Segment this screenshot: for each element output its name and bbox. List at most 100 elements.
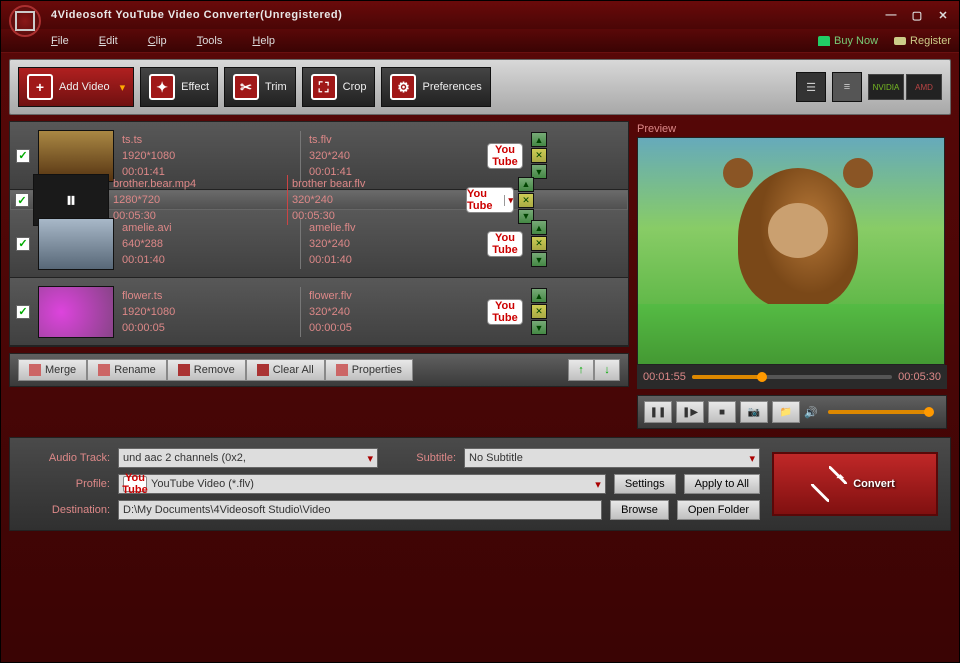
subtitle-select[interactable]: No Subtitle▾: [464, 448, 760, 468]
current-time: 00:01:55: [643, 371, 686, 383]
maximize-button[interactable]: ▢: [909, 7, 925, 23]
row-remove-button[interactable]: ✕: [531, 148, 547, 163]
row-checkbox[interactable]: ✓: [16, 305, 30, 319]
app-logo-icon: [9, 5, 41, 37]
row-up-button[interactable]: ▲: [518, 177, 534, 192]
move-up-button[interactable]: ↑: [568, 359, 594, 381]
add-video-button[interactable]: + Add Video ▾: [18, 67, 134, 107]
merge-button[interactable]: Merge: [18, 359, 87, 381]
file-list: ✓ ts.ts 1920*1080 00:01:41 ts.flv 320*24…: [9, 121, 629, 347]
menu-tools[interactable]: Tools: [197, 35, 223, 47]
row-up-button[interactable]: ▲: [531, 288, 547, 303]
pencil-icon: [98, 364, 110, 376]
source-info: brother.bear.mp4 1280*720 00:05:30: [113, 176, 283, 224]
profile-label: Profile:: [22, 478, 110, 490]
close-button[interactable]: ✕: [935, 7, 951, 23]
menu-clip[interactable]: Clip: [148, 35, 167, 47]
source-info: ts.ts 1920*1080 00:01:41: [122, 132, 292, 180]
youtube-badge[interactable]: YouTube: [487, 299, 523, 325]
action-bar: Merge Rename Remove Clear All Properties…: [9, 353, 629, 387]
minimize-button[interactable]: —: [883, 7, 899, 23]
snapshot-button[interactable]: 📷: [740, 401, 768, 423]
row-remove-button[interactable]: ✕: [518, 193, 534, 208]
clear-all-button[interactable]: Clear All: [246, 359, 325, 381]
row-up-button[interactable]: ▲: [531, 132, 547, 147]
crop-button[interactable]: ⛶ Crop: [302, 67, 376, 107]
buy-now-link[interactable]: Buy Now: [818, 35, 878, 47]
window-title: 4Videosoft YouTube Video Converter(Unreg…: [51, 9, 883, 21]
thumbnail: [38, 286, 114, 338]
output-info: amelie.flv 320*240 00:01:40: [309, 220, 479, 268]
preview-video[interactable]: [637, 137, 945, 365]
detail-view-button[interactable]: ≡: [832, 72, 862, 102]
convert-button[interactable]: Convert: [772, 452, 938, 516]
menu-file[interactable]: File: [51, 35, 69, 47]
merge-icon: [29, 364, 41, 376]
crop-icon: ⛶: [311, 74, 337, 100]
row-checkbox[interactable]: ✓: [15, 193, 29, 207]
youtube-icon: YouTube: [123, 476, 147, 492]
output-info: ts.flv 320*240 00:01:41: [309, 132, 479, 180]
step-button[interactable]: ❚▶: [676, 401, 704, 423]
key-icon: [894, 37, 906, 45]
row-down-button[interactable]: ▼: [531, 252, 547, 267]
speaker-icon: 🔊: [804, 406, 818, 419]
gpu-badges: NVIDIA AMD: [868, 74, 942, 100]
seek-bar[interactable]: [692, 375, 892, 379]
row-remove-button[interactable]: ✕: [531, 236, 547, 251]
youtube-format-dropdown[interactable]: YouTube▾: [466, 187, 514, 213]
row-down-button[interactable]: ▼: [531, 320, 547, 335]
pause-button[interactable]: ❚❚: [644, 401, 672, 423]
trash-icon: [257, 364, 269, 376]
open-snapshot-folder-button[interactable]: 📁: [772, 401, 800, 423]
menubar: File Edit Clip Tools Help Buy Now Regist…: [1, 29, 959, 53]
source-info: amelie.avi 640*288 00:01:40: [122, 220, 292, 268]
scissors-icon: ✂: [233, 74, 259, 100]
properties-icon: [336, 364, 348, 376]
row-remove-button[interactable]: ✕: [531, 304, 547, 319]
destination-input[interactable]: D:\My Documents\4Videosoft Studio\Video: [118, 500, 602, 520]
titlebar: 4Videosoft YouTube Video Converter(Unreg…: [1, 1, 959, 29]
effect-button[interactable]: ✦ Effect: [140, 67, 218, 107]
menu-edit[interactable]: Edit: [99, 35, 118, 47]
move-down-button[interactable]: ↓: [594, 359, 620, 381]
total-time: 00:05:30: [898, 371, 941, 383]
preferences-button[interactable]: ⚙ Preferences: [381, 67, 490, 107]
browse-button[interactable]: Browse: [610, 500, 669, 520]
youtube-badge[interactable]: YouTube: [487, 231, 523, 257]
trim-button[interactable]: ✂ Trim: [224, 67, 296, 107]
nvidia-badge: NVIDIA: [868, 74, 904, 100]
x-icon: [178, 364, 190, 376]
apply-to-all-button[interactable]: Apply to All: [684, 474, 760, 494]
properties-button[interactable]: Properties: [325, 359, 413, 381]
profile-select[interactable]: YouTube YouTube Video (*.flv)▾: [118, 474, 606, 494]
toolbar: + Add Video ▾ ✦ Effect ✂ Trim ⛶ Crop ⚙ P…: [9, 59, 951, 115]
subtitle-label: Subtitle:: [386, 452, 456, 464]
amd-badge: AMD: [906, 74, 942, 100]
menu-help[interactable]: Help: [252, 35, 275, 47]
row-up-button[interactable]: ▲: [531, 220, 547, 235]
audio-track-label: Audio Track:: [22, 452, 110, 464]
row-checkbox[interactable]: ✓: [16, 237, 30, 251]
register-link[interactable]: Register: [894, 35, 951, 47]
source-info: flower.ts 1920*1080 00:00:05: [122, 288, 292, 336]
file-row[interactable]: ✓ ⏸ brother.bear.mp4 1280*720 00:05:30 b…: [10, 190, 628, 210]
stop-button[interactable]: ■: [708, 401, 736, 423]
open-folder-button[interactable]: Open Folder: [677, 500, 760, 520]
remove-button[interactable]: Remove: [167, 359, 246, 381]
rename-button[interactable]: Rename: [87, 359, 167, 381]
preview-label: Preview: [637, 121, 947, 137]
volume-slider[interactable]: [828, 410, 934, 414]
output-info: flower.flv 320*240 00:00:05: [309, 288, 479, 336]
file-row[interactable]: ✓ amelie.avi 640*288 00:01:40 amelie.flv…: [10, 210, 628, 278]
list-view-button[interactable]: ☰: [796, 72, 826, 102]
settings-button[interactable]: Settings: [614, 474, 676, 494]
seek-bar-container: 00:01:55 00:05:30: [637, 365, 947, 389]
output-info: brother bear.flv 320*240 00:05:30: [292, 176, 462, 224]
destination-label: Destination:: [22, 504, 110, 516]
file-row[interactable]: ✓ flower.ts 1920*1080 00:00:05 flower.fl…: [10, 278, 628, 346]
audio-track-select[interactable]: und aac 2 channels (0x2,▾: [118, 448, 378, 468]
youtube-badge[interactable]: YouTube: [487, 143, 523, 169]
row-checkbox[interactable]: ✓: [16, 149, 30, 163]
dropdown-arrow-icon[interactable]: ▾: [120, 81, 126, 94]
